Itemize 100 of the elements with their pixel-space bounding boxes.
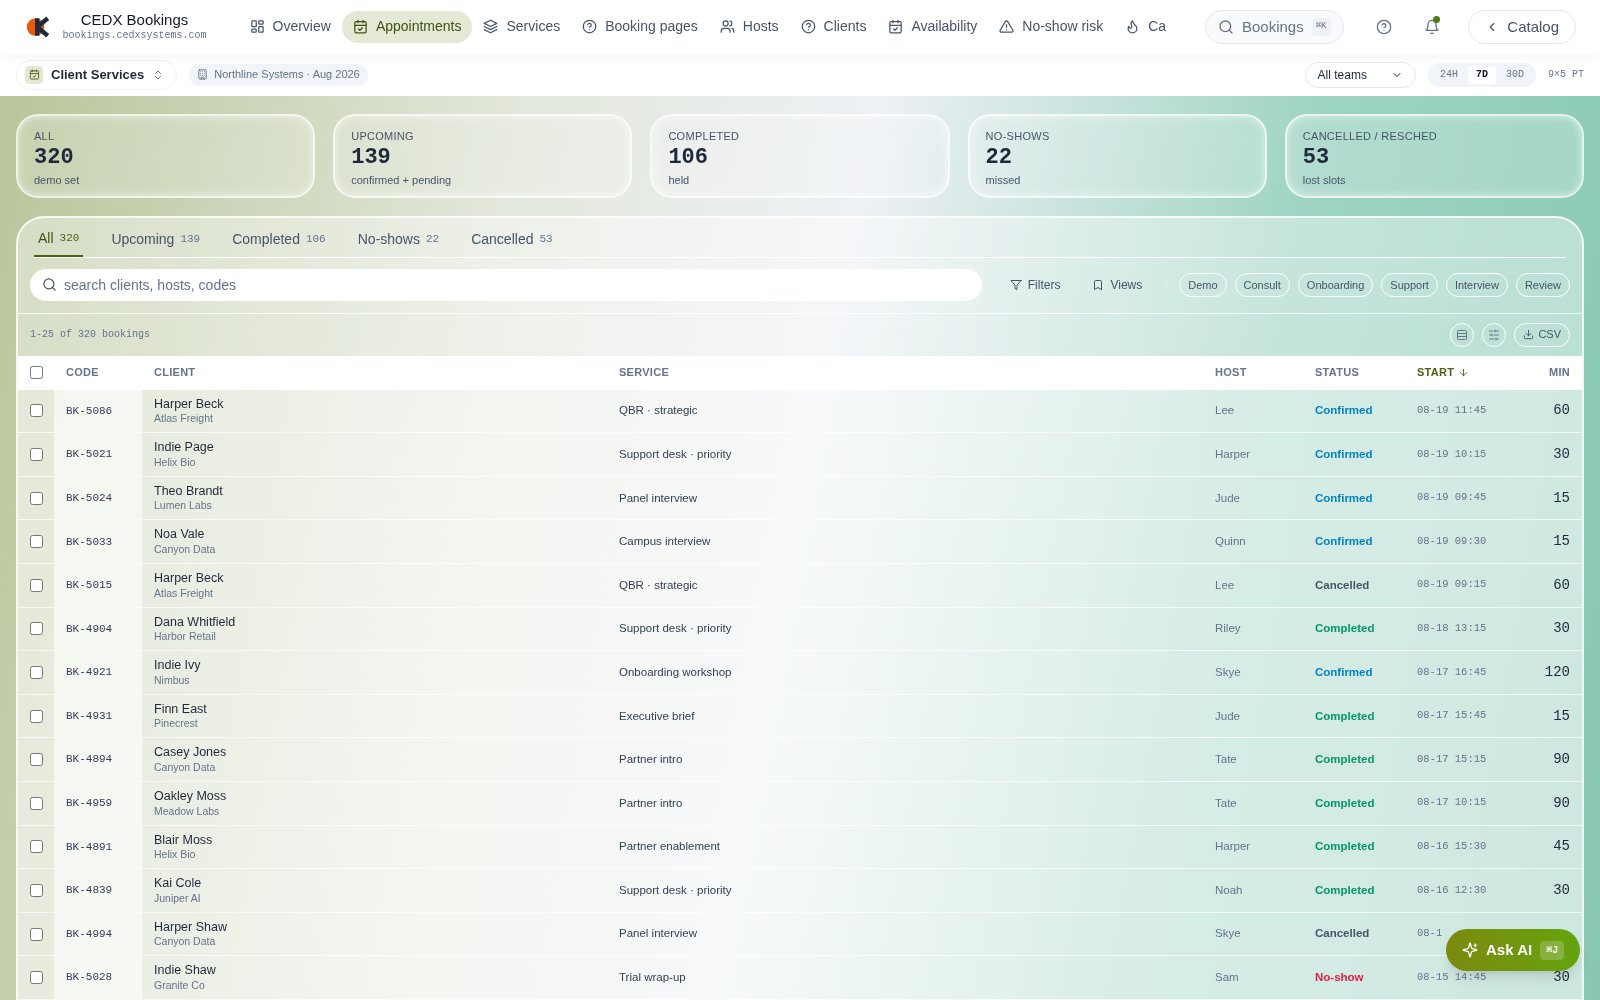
layers-icon xyxy=(483,19,499,35)
filter-tab[interactable]: No-shows 22 xyxy=(353,222,444,257)
kpi-sub: missed xyxy=(985,172,1021,188)
column-header[interactable]: START xyxy=(1405,364,1513,381)
client-company: Atlas Freight xyxy=(154,586,214,600)
duration-cell-text: 30 xyxy=(1552,619,1571,639)
client-name: Finn East xyxy=(154,701,208,718)
client-company: Canyon Data xyxy=(154,935,217,949)
filter-tab[interactable]: All 320 xyxy=(34,222,84,257)
nav-tab[interactable]: Appointments xyxy=(341,10,473,43)
kpi-sub: confirmed + pending xyxy=(351,172,452,188)
nav-tab[interactable]: Ca xyxy=(1114,10,1178,43)
column-header[interactable]: CODE xyxy=(54,364,142,381)
status-cell-text: Confirmed xyxy=(1314,490,1374,506)
nav-tab[interactable]: No-show risk xyxy=(988,10,1115,43)
building-icon xyxy=(197,69,209,81)
start-cell-text: 08-18 13:15 xyxy=(1416,621,1488,637)
host-cell-text: Tate xyxy=(1214,795,1238,811)
client-name: Casey Jones xyxy=(154,745,228,761)
filters-button[interactable]: Filters xyxy=(997,272,1073,299)
row-checkbox[interactable] xyxy=(29,666,43,680)
sparkle-icon xyxy=(1462,942,1478,958)
code-cell: BK-5033 xyxy=(54,520,142,564)
code-cell: BK-5028 xyxy=(54,956,142,999)
row-checkbox[interactable] xyxy=(29,927,43,941)
range-tab[interactable]: 24H xyxy=(1431,65,1466,84)
row-checkbox[interactable] xyxy=(29,578,43,592)
row-checkbox[interactable] xyxy=(29,796,43,810)
row-checkbox[interactable] xyxy=(29,840,43,854)
users-icon xyxy=(719,19,735,35)
range-tab[interactable]: 30D xyxy=(1497,65,1532,84)
status-cell-text: Completed xyxy=(1314,839,1376,855)
client-company: Atlas Freight xyxy=(154,412,214,426)
start-cell-text: 08-16 15:30 xyxy=(1416,839,1488,855)
row-checkbox[interactable] xyxy=(29,448,43,462)
nav-tab[interactable]: Overview xyxy=(238,10,342,43)
tab-count: 139 xyxy=(180,232,201,248)
filter-tab[interactable]: Upcoming 139 xyxy=(107,222,205,257)
status-cell-text: Completed xyxy=(1314,621,1376,637)
duration-cell-text: 90 xyxy=(1552,750,1571,770)
code-cell: BK-4931 xyxy=(54,694,142,738)
host-cell-text: Harper xyxy=(1214,839,1252,855)
kpi-sub: held xyxy=(668,172,690,188)
code-cell: BK-4959 xyxy=(54,782,142,825)
filter-tab[interactable]: Cancelled 53 xyxy=(467,222,557,257)
tab-count: 320 xyxy=(59,231,80,247)
nav-tab[interactable]: Clients xyxy=(789,10,878,43)
start-cell-text: 08-19 11:45 xyxy=(1416,403,1488,419)
search-button[interactable]: Bookings ⌘K xyxy=(1205,9,1344,44)
start-cell-text: 08-17 15:15 xyxy=(1416,751,1488,767)
service-cell-text: Support desk · priority xyxy=(618,446,733,462)
row-checkbox[interactable] xyxy=(29,753,43,767)
ask-ai-button[interactable]: Ask AI ⌘J xyxy=(1446,929,1581,971)
status-cell-text: Confirmed xyxy=(1314,403,1374,419)
sliders-icon xyxy=(1488,328,1501,341)
column-header[interactable]: CLIENT xyxy=(142,364,607,381)
range-tab[interactable]: 7D xyxy=(1467,65,1496,84)
code-cell: BK-4891 xyxy=(54,825,142,869)
code-cell: BK-4921 xyxy=(54,651,142,694)
service-cell-text: Partner intro xyxy=(618,752,684,768)
row-checkbox[interactable] xyxy=(29,622,43,636)
row-checkbox[interactable] xyxy=(29,971,43,985)
start-cell-text: 08-17 15:45 xyxy=(1416,708,1488,724)
bell-icon xyxy=(1424,18,1441,35)
nav-tab[interactable]: Services xyxy=(472,10,572,43)
table-rows-icon xyxy=(1456,328,1469,341)
service-cell-text: Trial wrap-up xyxy=(618,970,687,986)
kpi-label: CANCELLED / RESCHED xyxy=(1302,128,1437,144)
host-cell-text: Lee xyxy=(1214,577,1236,593)
code-cell: BK-5086 xyxy=(54,389,142,433)
code-cell: BK-4894 xyxy=(54,738,142,782)
download-icon xyxy=(1523,329,1535,341)
column-header[interactable]: HOST xyxy=(1203,364,1303,381)
status-cell-text: Completed xyxy=(1314,882,1376,898)
row-checkbox[interactable] xyxy=(29,404,43,418)
column-header[interactable]: SERVICE xyxy=(607,364,1203,381)
column-header[interactable]: STATUS xyxy=(1303,364,1405,381)
status-cell-text: Completed xyxy=(1314,795,1376,811)
search-field[interactable]: search clients, hosts, codes xyxy=(30,269,982,302)
code-cell: BK-4904 xyxy=(54,607,142,651)
host-cell-text: Skye xyxy=(1214,926,1242,942)
column-header[interactable]: MIN xyxy=(1513,364,1582,381)
filter-tab[interactable]: Completed 106 xyxy=(228,222,330,257)
search-icon xyxy=(1218,18,1234,35)
row-checkbox[interactable] xyxy=(29,709,43,723)
nav-tab[interactable]: Availability xyxy=(877,10,989,43)
nav-tab[interactable]: Booking pages xyxy=(571,10,709,43)
duration-cell-text: 15 xyxy=(1552,532,1571,552)
start-cell-text: 08-19 09:30 xyxy=(1416,533,1488,549)
select-all-checkbox[interactable] xyxy=(29,366,43,380)
views-button[interactable]: Views xyxy=(1080,272,1155,299)
kpi-label: COMPLETED xyxy=(668,128,740,144)
kpi-value: 106 xyxy=(668,144,708,172)
nav-tab[interactable]: Hosts xyxy=(708,10,790,43)
host-cell-text: Jude xyxy=(1214,708,1241,724)
row-checkbox[interactable] xyxy=(29,884,43,897)
service-cell-text: Partner enablement xyxy=(618,839,721,855)
row-checkbox[interactable] xyxy=(29,535,43,549)
start-cell-text: 08-17 16:45 xyxy=(1416,664,1488,680)
row-checkbox[interactable] xyxy=(29,491,43,505)
